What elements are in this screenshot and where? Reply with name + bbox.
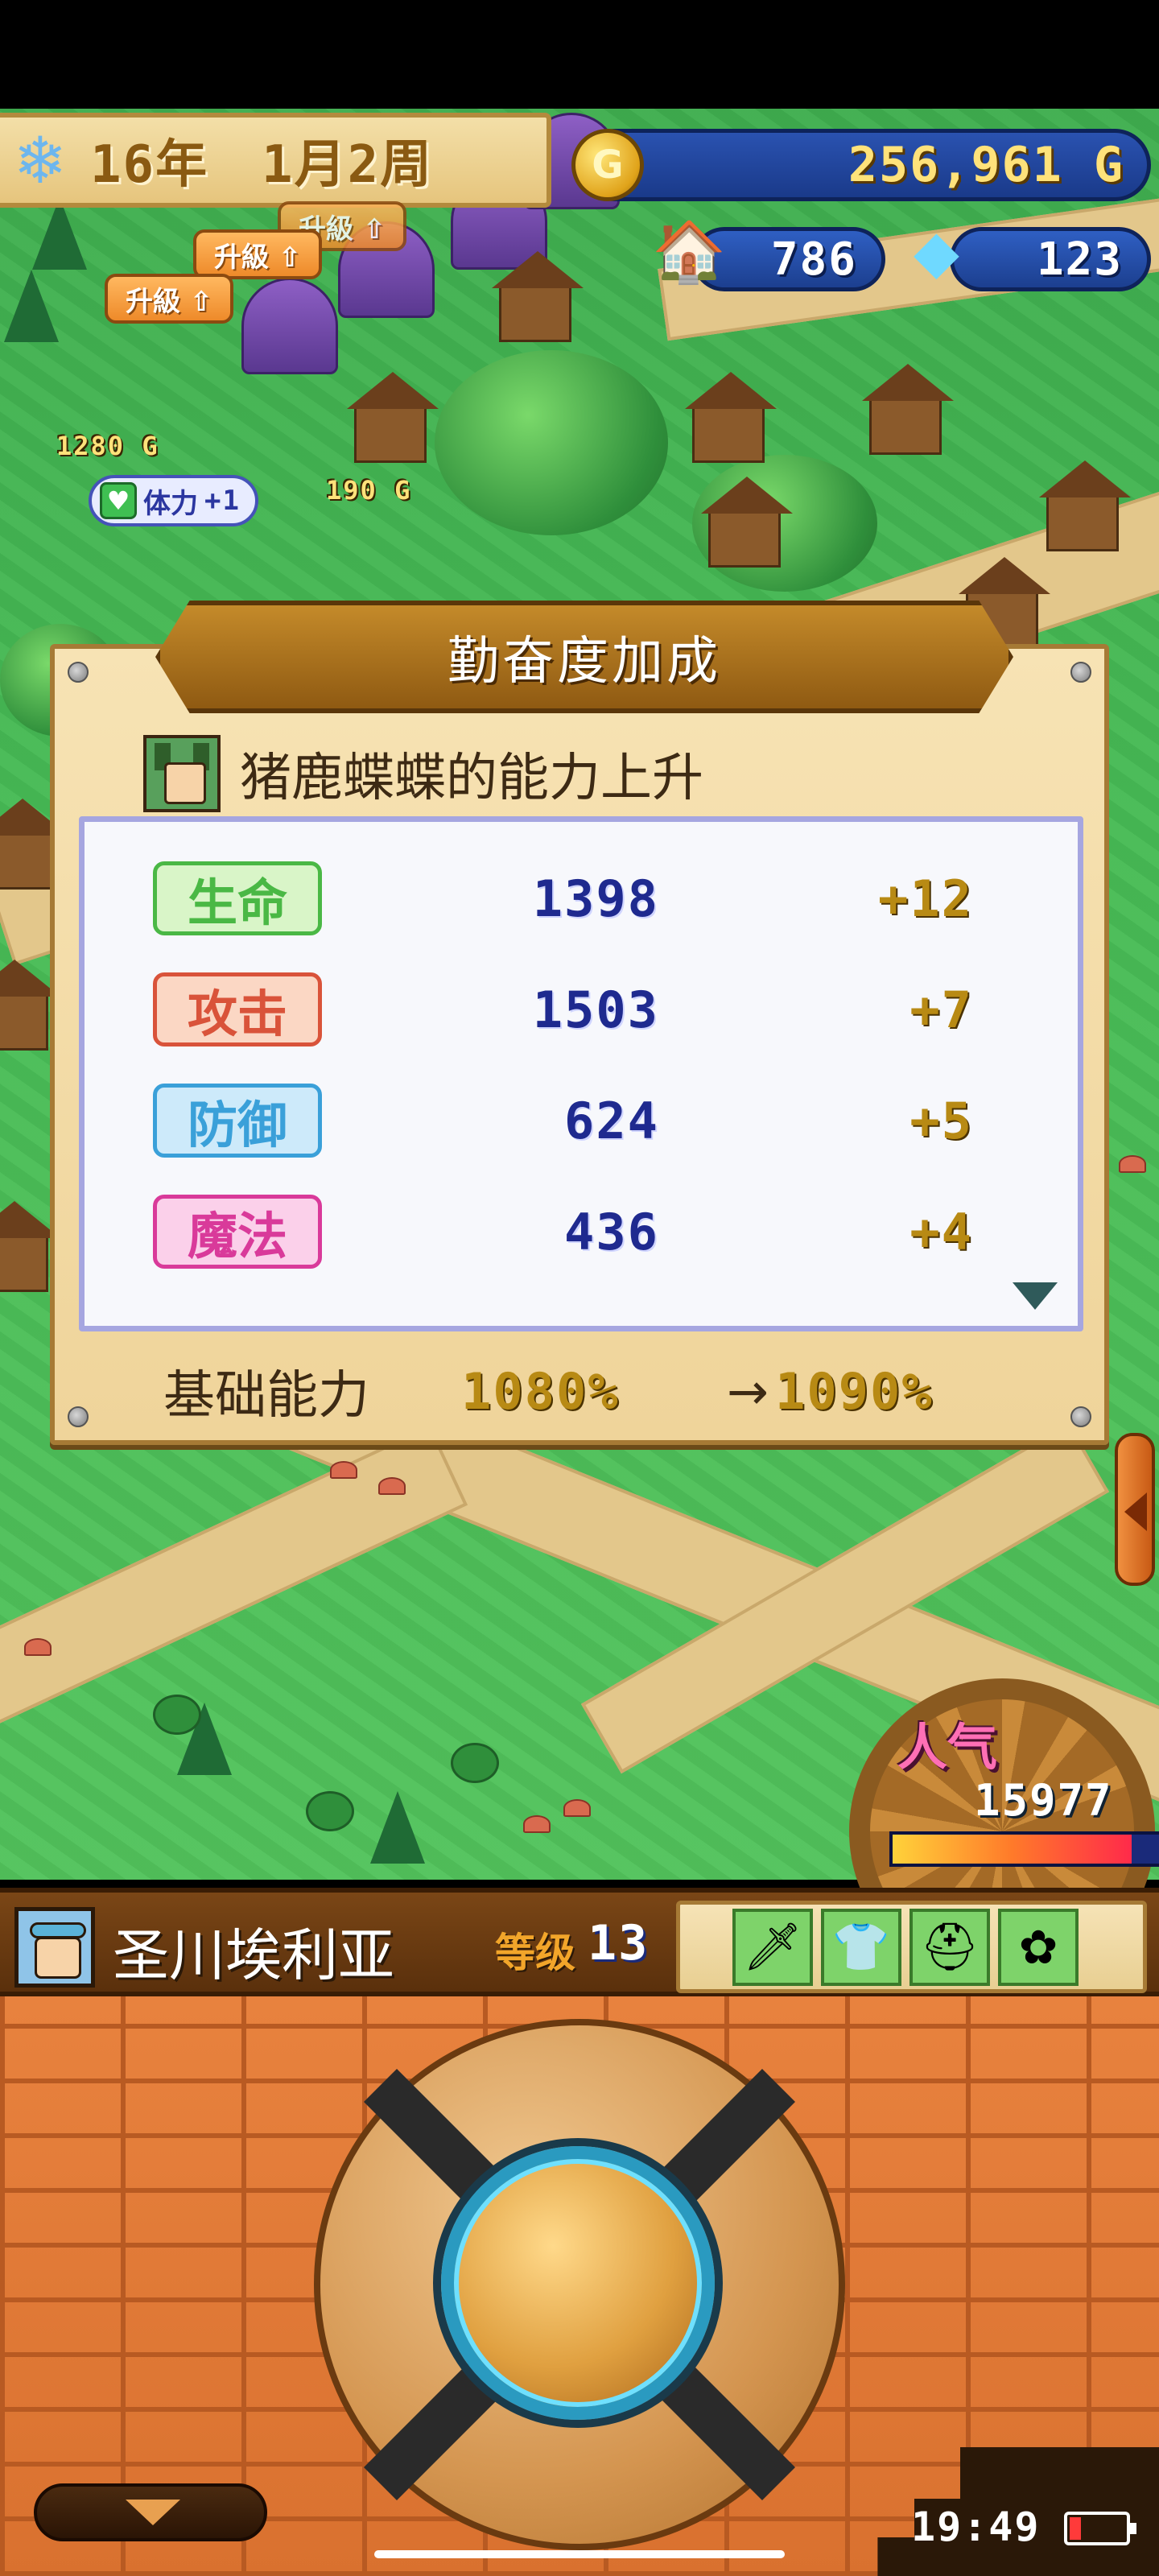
dialog-title-banner: 勤奋度加成 (155, 601, 1013, 713)
bush (451, 1743, 499, 1783)
gold-value: 256,961 G (848, 137, 1124, 193)
dialog-title: 勤奋度加成 (448, 632, 721, 691)
gold-bar: 256,961 G (580, 129, 1151, 201)
character-bar[interactable]: 圣川埃利亚 等级 13 🗡 👕 ⛑ ✿ (0, 1888, 1159, 1996)
hero-name: 圣川埃利亚 (113, 1922, 394, 1988)
house[interactable] (0, 799, 68, 890)
house[interactable] (0, 1201, 60, 1292)
arrow-right-icon: → (727, 1361, 769, 1421)
dpad[interactable] (314, 2019, 845, 2550)
upgrade-tag[interactable]: 升級 ⇧ (193, 229, 323, 279)
stat-badge-magic: 魔法 (153, 1195, 322, 1269)
bush (306, 1791, 354, 1831)
house[interactable] (701, 477, 793, 568)
chevron-down-icon (126, 2500, 180, 2525)
pine-tree (370, 1791, 425, 1864)
flower-accessory-icon[interactable]: ✿ (998, 1908, 1079, 1986)
popularity-value: 15977 (974, 1775, 1113, 1826)
stat-row-defense: 防御 624 +5 (85, 1076, 1078, 1165)
base-ability-row: 基础能力 1080% → 1090% (55, 1351, 1104, 1431)
mushroom (330, 1461, 357, 1479)
base-ability-to: 1090% (775, 1361, 934, 1421)
stamina-label: 体力 (143, 487, 198, 520)
mushroom (563, 1799, 591, 1817)
popularity-widget[interactable]: 人气 15977 (841, 1670, 1159, 1984)
bush (153, 1695, 201, 1735)
house[interactable] (862, 364, 954, 455)
stat-badge-hp: 生命 (153, 861, 322, 935)
castle-price-tag: 1280 G (56, 431, 159, 461)
battery-icon (1064, 2512, 1136, 2545)
home-indicator[interactable] (374, 2550, 785, 2558)
mushroom (378, 1477, 406, 1495)
status-bar (0, 0, 1159, 109)
stat-bonus-attack: +7 (909, 980, 973, 1039)
popularity-label: 人气 (897, 1718, 998, 1777)
side-panel-toggle[interactable] (1115, 1433, 1155, 1586)
action-button[interactable] (441, 2146, 715, 2420)
shop-price-tag: 190 G (326, 475, 412, 506)
crystal-value: 123 (1036, 233, 1123, 286)
armor-icon[interactable]: 👕 (821, 1908, 901, 1986)
stat-value-defense: 624 (564, 1091, 659, 1150)
base-ability-label: 基础能力 (163, 1366, 369, 1426)
base-ability-from: 1080% (461, 1361, 620, 1421)
pine-tree (32, 197, 87, 270)
houses-value: 786 (770, 233, 857, 286)
bolt-icon (1070, 662, 1091, 683)
house[interactable] (1039, 460, 1131, 551)
upgrade-tag[interactable]: 升級 ⇧ (105, 274, 234, 324)
crystal-counter: 123 (950, 227, 1151, 291)
stat-bonus-hp: +12 (878, 869, 973, 928)
house[interactable] (0, 960, 60, 1051)
stat-value-magic: 436 (564, 1202, 659, 1261)
level-value: 13 (588, 1915, 650, 1971)
stats-list[interactable]: 生命 1398 +12 攻击 1503 +7 防御 624 +5 魔法 436 … (79, 816, 1083, 1331)
heart-icon: ♥ (100, 482, 137, 519)
helmet-icon[interactable]: ⛑ (909, 1908, 990, 1986)
pine-tree (4, 270, 59, 342)
date-text: 16年 1月2周 (90, 135, 434, 195)
chevron-left-icon (1124, 1492, 1147, 1531)
diligence-bonus-dialog[interactable]: 勤奋度加成 猪鹿蝶蝶的能力上升 生命 1398 +12 攻击 1503 +7 防… (50, 601, 1109, 1445)
stat-value-hp: 1398 (532, 869, 659, 928)
stat-row-magic: 魔法 436 +4 (85, 1187, 1078, 1276)
stat-row-hp: 生命 1398 +12 (85, 854, 1078, 943)
menu-button[interactable] (34, 2483, 267, 2541)
great-tree[interactable] (435, 350, 668, 535)
house[interactable] (685, 372, 777, 463)
stamina-tag: ♥ 体力 +1 (89, 475, 258, 526)
snowflake-icon: ❄ (13, 122, 68, 198)
popularity-bar-fill (893, 1835, 1132, 1864)
crystal-icon: ◆ (914, 217, 959, 287)
character-avatar (143, 735, 221, 812)
stamina-value: +1 (204, 485, 241, 517)
dialog-subtitle: 猪鹿蝶蝶的能力上升 (240, 749, 703, 808)
house[interactable] (492, 251, 584, 342)
hero-avatar[interactable] (14, 1907, 95, 1988)
clock-text: 19:49 (911, 2504, 1041, 2550)
stat-bonus-defense: +5 (909, 1091, 973, 1150)
bolt-icon (68, 662, 89, 683)
purple-tower[interactable] (241, 278, 338, 374)
level-label: 等级 (495, 1930, 575, 1976)
house[interactable] (347, 372, 439, 463)
mushroom (24, 1638, 52, 1656)
date-panel: ❄ 16年 1月2周 (0, 113, 551, 208)
scroll-down-arrow-icon[interactable] (1013, 1282, 1058, 1310)
stat-row-attack: 攻击 1503 +7 (85, 965, 1078, 1054)
mushroom (1119, 1155, 1146, 1173)
sword-icon[interactable]: 🗡 (732, 1908, 813, 1986)
stat-bonus-magic: +4 (909, 1202, 973, 1261)
stat-value-attack: 1503 (532, 980, 659, 1039)
equipment-panel: 🗡 👕 ⛑ ✿ (676, 1901, 1147, 1993)
gold-coin-icon: G (571, 129, 644, 201)
popularity-bar (889, 1831, 1159, 1867)
house-icon: 🏠 (652, 217, 727, 287)
stat-badge-attack: 攻击 (153, 972, 322, 1046)
character-row: 猪鹿蝶蝶的能力上升 (143, 729, 703, 818)
stat-badge-defense: 防御 (153, 1084, 322, 1158)
mushroom (523, 1815, 551, 1833)
